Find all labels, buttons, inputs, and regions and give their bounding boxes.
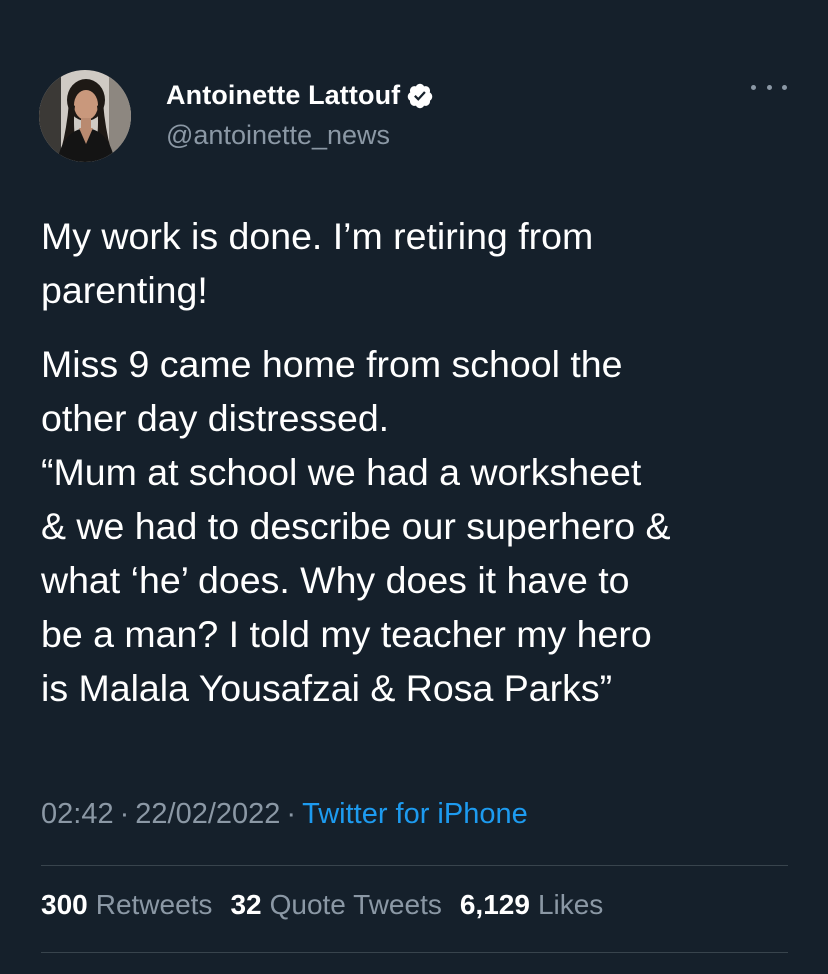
dot-icon — [751, 84, 756, 90]
retweets-count: 300 — [41, 889, 88, 920]
author-display-name[interactable]: Antoinette Lattouf — [166, 80, 400, 111]
verified-badge-icon — [406, 82, 434, 110]
separator: · — [119, 798, 130, 830]
tweet-metadata: 02:42 · 22/02/2022 · Twitter for iPhone — [41, 798, 528, 831]
retweets-label: Retweets — [95, 889, 213, 920]
likes-stat[interactable]: 6,129 Likes — [460, 889, 603, 921]
likes-count: 6,129 — [459, 889, 530, 920]
text-line: is Malala Yousafzai & Rosa Parks” — [41, 667, 613, 709]
tweet-paragraph: My work is done. I’m retiring from paren… — [41, 209, 801, 317]
likes-label: Likes — [537, 889, 604, 920]
author-names: Antoinette Lattouf @antoinette_news — [166, 78, 434, 151]
avatar[interactable] — [39, 70, 131, 162]
quote-tweets-stat[interactable]: 32 Quote Tweets — [230, 889, 441, 921]
quote-tweets-label: Quote Tweets — [269, 889, 442, 920]
dot-icon — [782, 84, 787, 90]
quote-tweets-count: 32 — [230, 889, 262, 920]
divider — [41, 865, 788, 866]
text-line: parenting! — [41, 269, 208, 311]
tweet-date[interactable]: 22/02/2022 — [135, 798, 280, 830]
author-handle[interactable]: @antoinette_news — [166, 120, 434, 151]
separator: · — [286, 798, 297, 830]
retweets-stat[interactable]: 300 Retweets — [41, 889, 212, 921]
text-line: be a man? I told my teacher my hero — [41, 613, 652, 655]
divider — [41, 952, 788, 953]
tweet-text: My work is done. I’m retiring from paren… — [41, 209, 801, 715]
text-line: other day distressed. — [41, 397, 390, 439]
tweet-paragraph: Miss 9 came home from school the other d… — [41, 337, 801, 715]
text-line: what ‘he’ does. Why does it have to — [41, 559, 630, 601]
name-row: Antoinette Lattouf — [166, 78, 434, 114]
tweet-header: Antoinette Lattouf @antoinette_news — [39, 70, 434, 162]
more-horizontal-icon[interactable] — [751, 81, 787, 93]
tweet-detail: Antoinette Lattouf @antoinette_news My w… — [0, 0, 828, 974]
text-line: My work is done. I’m retiring from — [41, 215, 594, 257]
dot-icon — [766, 84, 772, 90]
text-line: “Mum at school we had a worksheet — [41, 451, 642, 493]
tweet-time[interactable]: 02:42 — [41, 798, 114, 830]
text-line: & we had to describe our superhero & — [41, 505, 671, 547]
text-line: Miss 9 came home from school the — [41, 343, 623, 385]
tweet-stats: 300 Retweets 32 Quote Tweets 6,129 Likes — [41, 889, 621, 921]
tweet-client-link[interactable]: Twitter for iPhone — [302, 798, 528, 830]
